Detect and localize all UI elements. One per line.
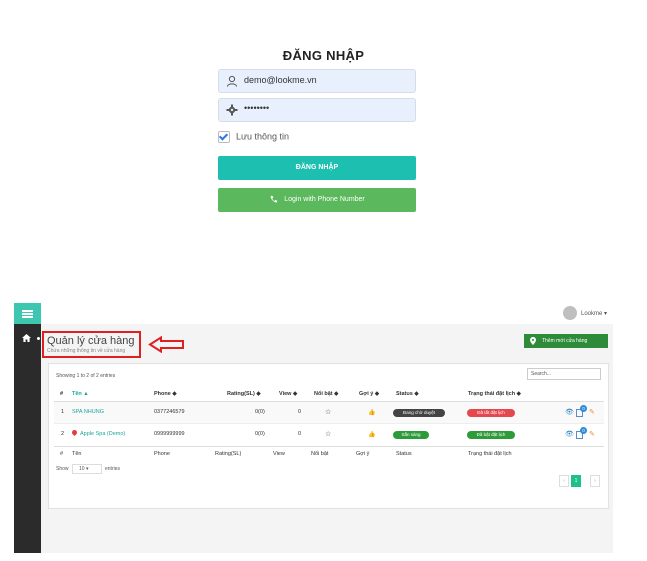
menu-toggle-button[interactable]: [14, 303, 41, 324]
foot-booking: Trạng thái đặt lịch: [468, 451, 512, 457]
row-index: 1: [61, 409, 65, 415]
avatar[interactable]: [563, 306, 577, 320]
col-status[interactable]: Status ◆: [396, 391, 419, 397]
page-1-button[interactable]: 1: [571, 475, 581, 487]
eye-icon[interactable]: 👁: [565, 430, 574, 438]
foot-suggest: Gợi ý: [356, 451, 370, 457]
row-rating: 0(0): [255, 409, 265, 415]
foot-phone: Phone: [154, 451, 170, 457]
row-name-link[interactable]: SPA NHUNG: [72, 409, 104, 415]
phone-login-button[interactable]: Login with Phone Number: [218, 188, 416, 212]
foot-rating: Rating(SL): [215, 451, 242, 457]
foot-name: Tên: [72, 451, 82, 457]
divider: [54, 423, 604, 424]
login-title: ĐĂNG NHẬP: [282, 48, 365, 63]
row-phone: 0377246579: [154, 409, 185, 415]
highlight-box: [42, 331, 141, 358]
col-index[interactable]: #: [60, 391, 63, 397]
remember-label: Lưu thông tin: [236, 131, 290, 142]
divider: [54, 446, 604, 447]
home-icon[interactable]: [22, 334, 31, 342]
search-input[interactable]: Search...: [527, 368, 601, 380]
row-name-link[interactable]: Apple Spa (Demo): [80, 431, 125, 437]
user-name: Lookme: [581, 311, 603, 317]
row-view: 0: [298, 431, 302, 437]
entries-info: Showing 1 to 2 of 2 entries: [56, 373, 116, 379]
col-phone[interactable]: Phone ◆: [154, 391, 177, 397]
password-value: ••••••••: [244, 103, 270, 113]
foot-index: #: [60, 451, 64, 457]
star-icon[interactable]: ☆: [325, 430, 331, 438]
map-marker-icon: [530, 337, 536, 345]
col-suggest[interactable]: Gợi ý ◆: [359, 391, 379, 397]
thumb-icon[interactable]: 👍: [368, 409, 375, 416]
email-value: demo@lookme.vn: [244, 75, 317, 85]
add-store-label: Thêm mới cửa hàng: [542, 338, 588, 344]
row-phone: 0999999999: [154, 431, 185, 437]
password-field[interactable]: ••••••••: [218, 98, 416, 122]
foot-status: Status: [396, 451, 412, 457]
hamburger-icon: [22, 310, 33, 312]
eye-icon[interactable]: 👁: [565, 408, 574, 416]
booking-badge: Đã tắt đặt lịch: [467, 409, 515, 417]
phone-icon: [270, 195, 278, 203]
next-page-button[interactable]: ›: [590, 475, 600, 487]
col-featured[interactable]: Nổi bật ◆: [314, 391, 338, 397]
thumb-icon[interactable]: 👍: [368, 431, 375, 438]
gear-icon: [226, 104, 238, 116]
edit-icon[interactable]: ✎: [589, 408, 595, 416]
status-badge: Sẵn sàng: [393, 431, 429, 439]
col-booking[interactable]: Trạng thái đặt lịch ◆: [468, 391, 521, 397]
sidebar-arrow-icon: [37, 337, 40, 340]
show-label: Show: [56, 466, 69, 472]
col-view[interactable]: View ◆: [279, 391, 297, 397]
edit-icon[interactable]: ✎: [589, 430, 595, 438]
col-name[interactable]: Tên ▲: [72, 391, 89, 397]
booking-badge: Đã bật đặt lịch: [467, 431, 515, 439]
entries-label: entries: [105, 466, 121, 472]
row-index: 2: [61, 431, 65, 437]
col-rating[interactable]: Rating(SL) ◆: [227, 391, 261, 397]
star-icon[interactable]: ☆: [325, 408, 331, 416]
row-view: 0: [298, 409, 302, 415]
calendar-count-badge: 0: [580, 427, 587, 434]
phone-login-label: Login with Phone Number: [284, 196, 365, 203]
foot-featured: Nổi bật: [311, 451, 329, 457]
calendar-count-badge: 0: [580, 405, 587, 412]
foot-view: View: [273, 451, 285, 457]
user-menu[interactable]: Lookme ▾: [581, 310, 607, 317]
annotation-arrow-icon: [148, 336, 184, 353]
user-icon: [227, 75, 237, 87]
top-navbar: [41, 303, 613, 325]
checkbox-checked-icon[interactable]: [218, 131, 230, 143]
prev-page-button[interactable]: ‹: [559, 475, 569, 487]
remember-checkbox[interactable]: Lưu thông tin: [218, 131, 289, 143]
page-size-select[interactable]: 10 ▾: [72, 464, 102, 474]
email-field[interactable]: demo@lookme.vn: [218, 69, 416, 93]
login-button[interactable]: ĐĂNG NHẬP: [218, 156, 416, 180]
row-rating: 0(0): [255, 431, 265, 437]
add-store-button[interactable]: Thêm mới cửa hàng: [524, 334, 608, 348]
status-badge: Đang chờ duyệt: [393, 409, 445, 417]
